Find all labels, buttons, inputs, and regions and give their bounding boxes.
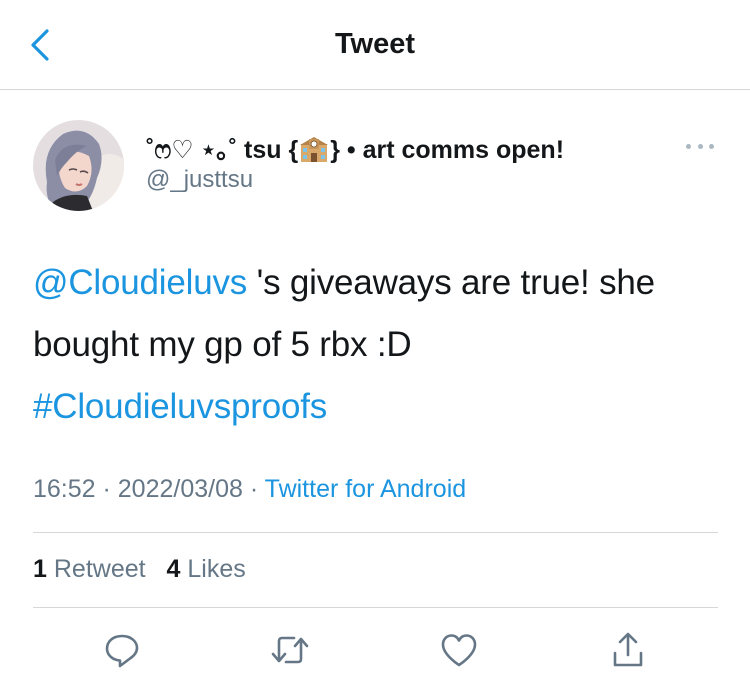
retweet-icon [271,636,309,664]
avatar[interactable] [33,120,124,211]
reply-button[interactable] [100,628,144,672]
tweet-source-link[interactable]: Twitter for Android [265,475,466,503]
share-icon [613,632,643,667]
more-dot [709,143,714,149]
more-options-button[interactable] [682,136,718,156]
retweets-stat[interactable]: 1 Retweet [33,555,146,583]
tweet-meta: 16:52 · 2022/03/08 · Twitter for Android [33,475,466,504]
display-name-prefix: ˚ෆ♡ ⋆｡˚ tsu { [146,136,299,164]
divider [33,532,718,533]
likes-count: 4 [166,555,181,583]
meta-separator: · [95,475,118,503]
profile-picture [33,120,124,211]
meta-separator: · [242,475,265,503]
page-title: Tweet [334,28,416,60]
likes-stat[interactable]: 4 Likes [167,555,246,583]
display-name-suffix: } • art comms open! [330,136,565,164]
tweet-text: @Cloudieluvs 's giveaways are true! she … [33,252,723,438]
retweets-label: Retweet [53,555,146,583]
likes-label: Likes [187,555,246,583]
more-dot [697,143,703,149]
school-building-icon [300,135,329,163]
display-name[interactable]: ˚ෆ♡ ⋆｡˚ tsu { } • art comms open! [146,130,564,166]
tweet-stats: 1 Retweet 4 Likes [33,555,260,584]
retweet-button[interactable] [268,628,312,672]
mention-link[interactable]: @Cloudieluvs [33,263,247,302]
tweet-time: 16:52 [33,475,96,503]
tweet-date: 2022/03/08 [117,475,243,503]
hashtag-link[interactable]: #Cloudieluvsproofs [33,387,327,426]
heart-icon [441,634,477,667]
more-horizontal-icon [686,143,691,149]
share-button[interactable] [606,628,650,672]
user-handle[interactable]: @_justtsu [146,166,253,194]
like-button[interactable] [437,628,481,672]
reply-icon [105,634,139,668]
top-bar: Tweet [0,0,750,90]
retweets-count: 1 [33,555,47,583]
divider [33,607,718,608]
